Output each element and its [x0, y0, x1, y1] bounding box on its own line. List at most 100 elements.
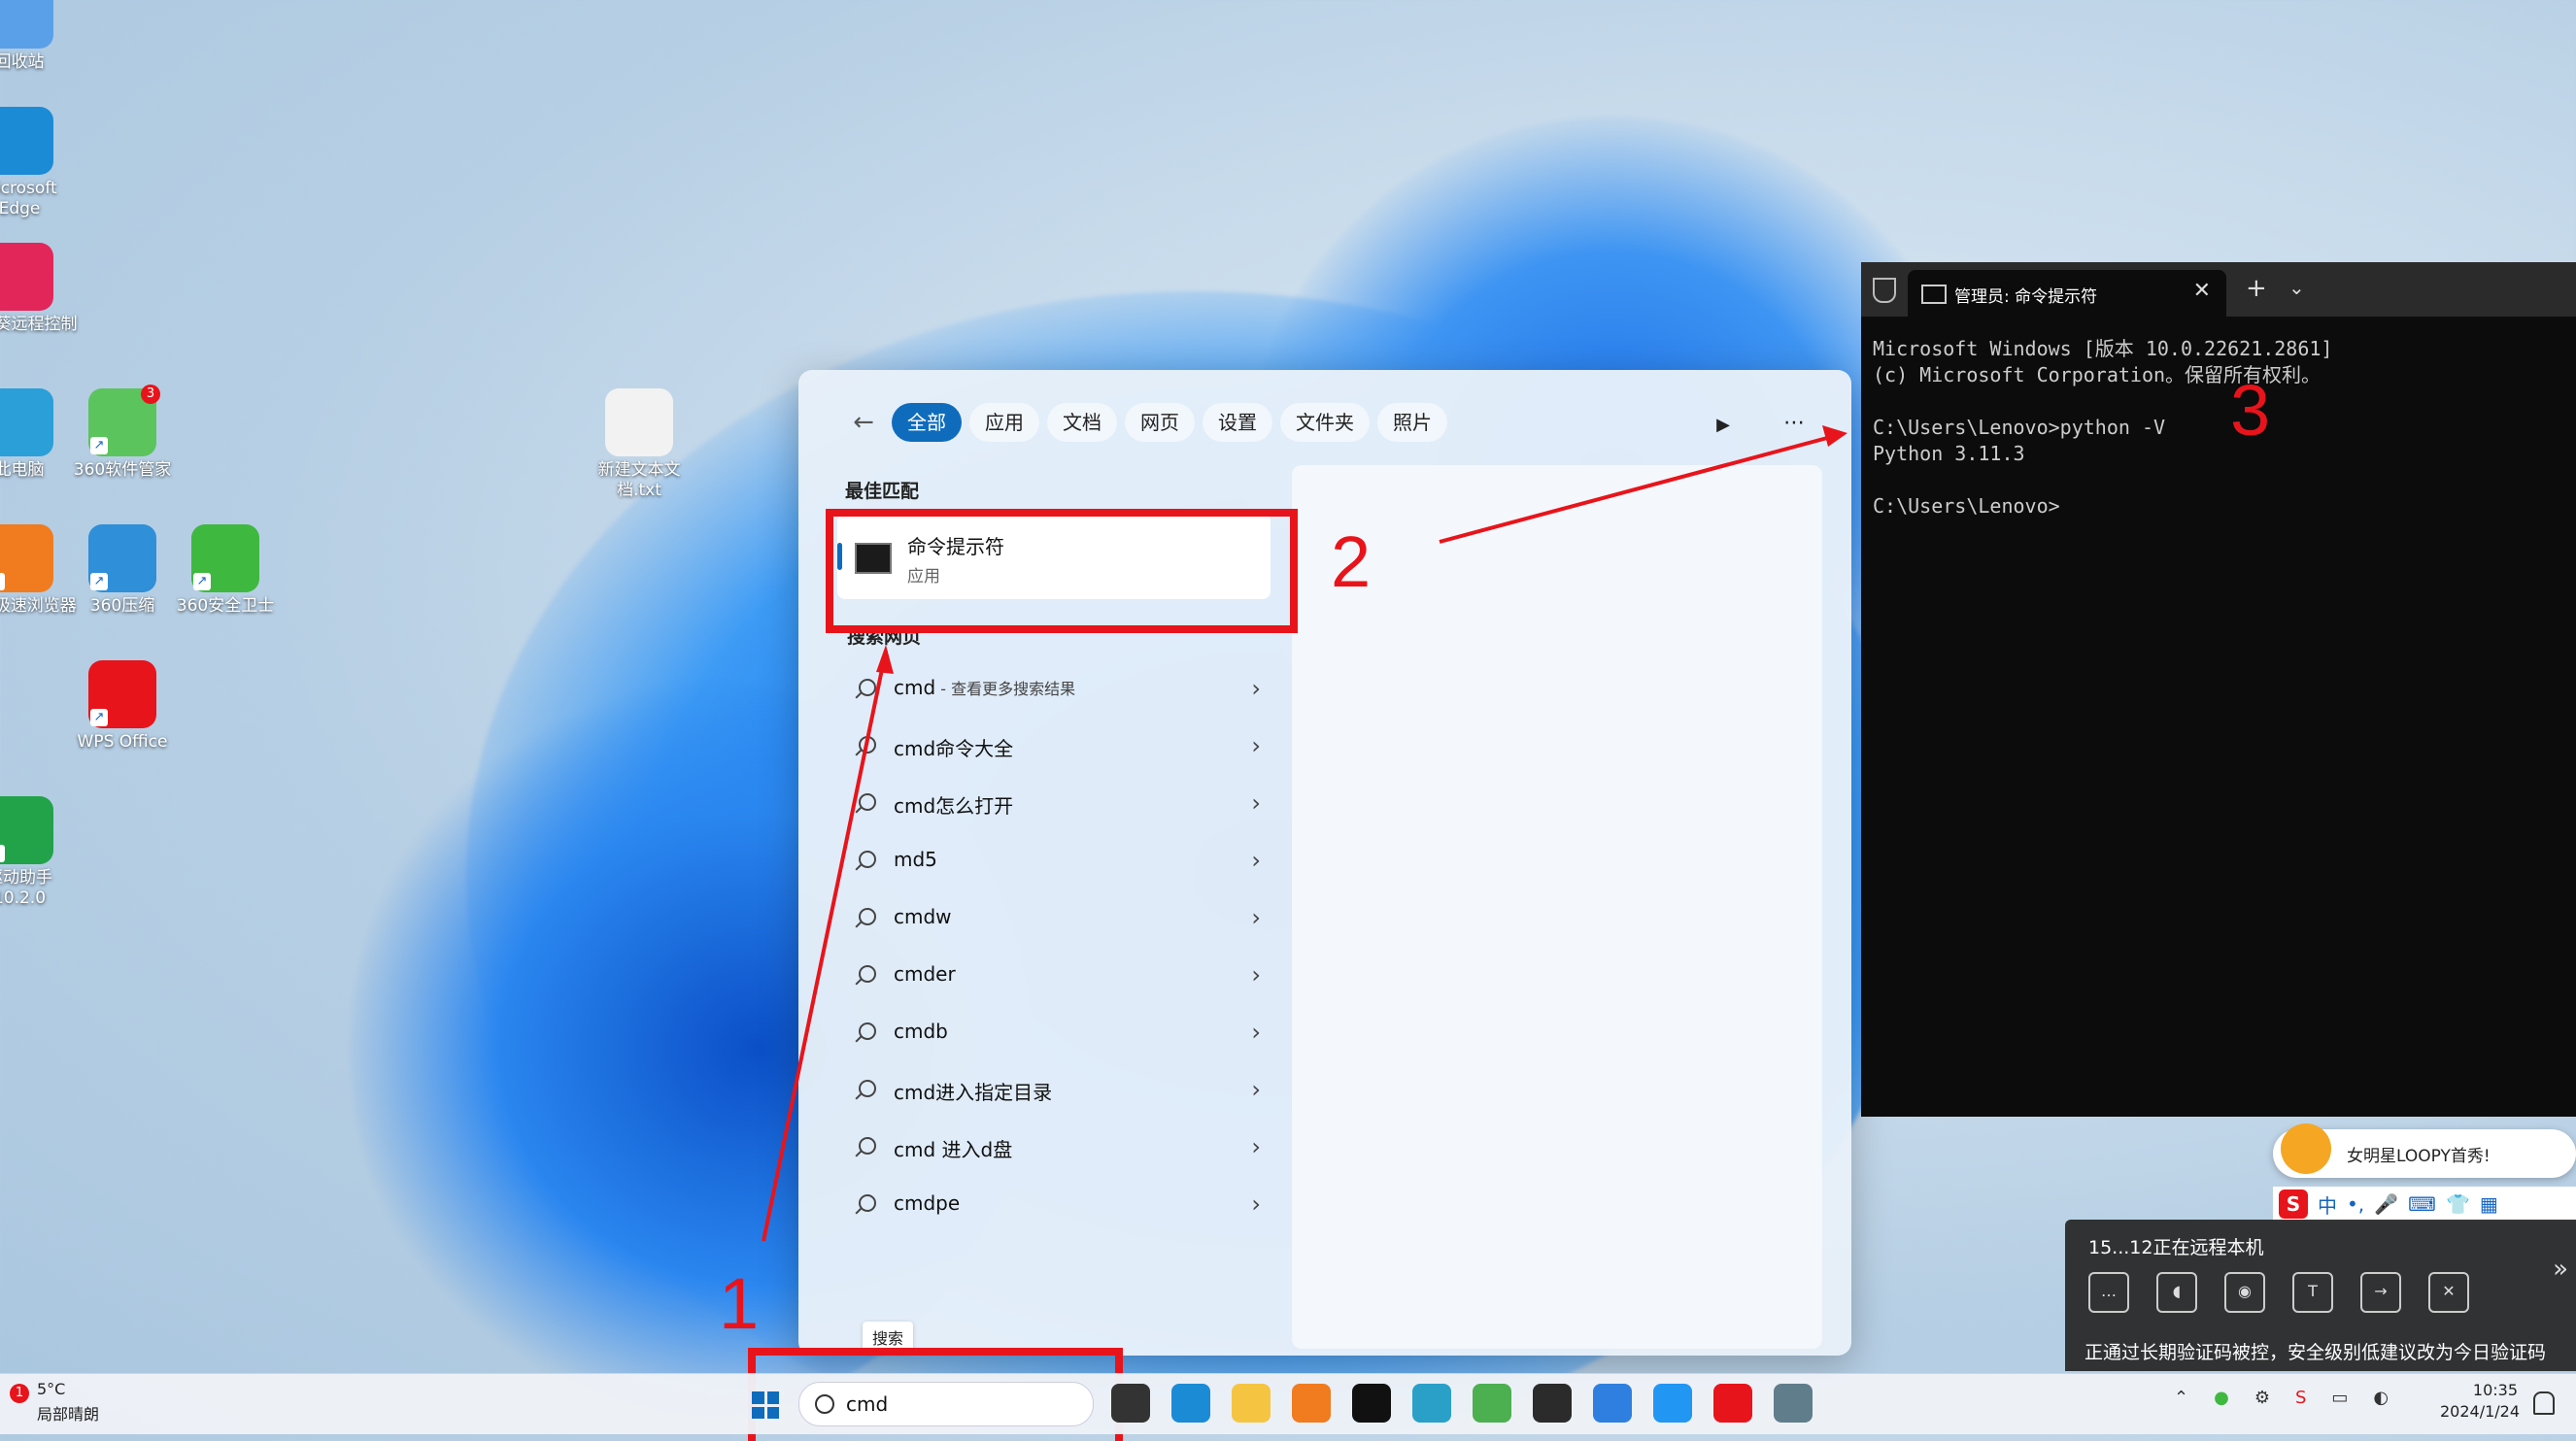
terminal-tab-title: 管理员: 命令提示符: [1954, 287, 2098, 307]
filter-chip[interactable]: 应用: [969, 403, 1039, 442]
shortcut-arrow-icon: ↗: [90, 573, 108, 590]
web-result-item[interactable]: md5 ›: [837, 833, 1271, 890]
notepad-icon[interactable]: [1473, 1384, 1511, 1423]
chevron-right-icon: ›: [1251, 1019, 1261, 1046]
desktop-icon[interactable]: ↗ 3 360软件管家: [64, 385, 181, 481]
file-transfer-icon[interactable]: →: [2360, 1272, 2401, 1313]
taskbar-apps: [1111, 1384, 1813, 1423]
filter-chip[interactable]: 全部: [892, 403, 962, 442]
terminal-window[interactable]: 管理员: 命令提示符 ✕ + ⌄ Microsoft Windows [版本 1…: [1861, 262, 2576, 1117]
terminal-output[interactable]: Microsoft Windows [版本 10.0.22621.2861] (…: [1861, 317, 2576, 539]
desktop-icon[interactable]: ↗ 驱动助手 10.2.0: [0, 796, 78, 909]
filter-chip[interactable]: 设置: [1203, 403, 1272, 442]
desktop-icon[interactable]: 新建文本文档.txt: [581, 388, 697, 501]
web-results-list: cmd - 查看更多搜索结果 › cmd命令大全 › cmd怎么打开 › md5 › cmdw ›…: [837, 661, 1271, 1234]
clock[interactable]: 10:35 2024/1/24: [2440, 1380, 2521, 1423]
edge-icon[interactable]: [1171, 1384, 1210, 1423]
search-icon: [859, 1022, 876, 1040]
text-icon[interactable]: T: [2292, 1272, 2333, 1313]
search-icon: [859, 1194, 876, 1212]
desktop-icon[interactable]: 向日葵远程控制: [0, 243, 78, 335]
desktop-icon[interactable]: Microsoft Edge: [0, 107, 78, 219]
chevron-right-icon: ›: [1251, 1190, 1261, 1218]
edge-icon: [0, 107, 53, 175]
settings-icon[interactable]: [1774, 1384, 1813, 1423]
remote-app-icon[interactable]: [1593, 1384, 1632, 1423]
store-icon[interactable]: [1653, 1384, 1692, 1423]
best-match-heading: 最佳匹配: [845, 481, 920, 502]
skin-icon[interactable]: 👕: [2446, 1192, 2470, 1216]
desktop-icon-label: 360软件管家: [73, 460, 172, 480]
cmd-tab-icon: [1921, 285, 1947, 304]
ime-promo-text: 女明星LOOPY首秀!: [2347, 1147, 2491, 1166]
close-tab-icon[interactable]: ✕: [2193, 279, 2211, 303]
web-result-item[interactable]: cmd - 查看更多搜索结果 ›: [837, 661, 1271, 719]
desktop-icon[interactable]: ↗ 360压缩: [64, 524, 181, 617]
web-result-item[interactable]: cmdw ›: [837, 890, 1271, 948]
terminal-icon[interactable]: [1533, 1384, 1572, 1423]
sogou-tray-icon[interactable]: S: [2295, 1388, 2306, 1408]
punctuation-icon[interactable]: •,: [2347, 1192, 2364, 1216]
camera-icon[interactable]: ◉: [2224, 1272, 2265, 1313]
annotation-number-2: 2: [1331, 521, 1372, 602]
chevron-down-icon[interactable]: ⌄: [2288, 276, 2305, 299]
display-icon[interactable]: ▭: [2331, 1388, 2348, 1408]
web-result-item[interactable]: cmd 进入d盘 ›: [837, 1120, 1271, 1177]
sogou-ime-icon[interactable]: S: [2279, 1190, 2308, 1219]
task-view-icon[interactable]: [1111, 1384, 1150, 1423]
disconnect-icon[interactable]: ✕: [2428, 1272, 2469, 1313]
volume-icon[interactable]: ◐: [2373, 1388, 2389, 1408]
shortcut-arrow-icon: ↗: [0, 845, 5, 862]
file-explorer-icon[interactable]: [1232, 1384, 1271, 1423]
filter-chip[interactable]: 文件夹: [1280, 403, 1370, 442]
filter-chip[interactable]: 网页: [1125, 403, 1195, 442]
desktop-icon[interactable]: 回收站: [0, 0, 78, 73]
terminal-tab[interactable]: 管理员: 命令提示符 ✕: [1908, 270, 2226, 317]
network-icon[interactable]: ⚙: [2254, 1388, 2270, 1408]
web-result-item[interactable]: cmdpe ›: [837, 1177, 1271, 1234]
web-result-text: cmdpe: [894, 1191, 961, 1215]
desktop-icon-label: Microsoft Edge: [0, 179, 57, 218]
keyboard-icon[interactable]: ⌨: [2408, 1192, 2436, 1216]
new-tab-icon[interactable]: +: [2246, 274, 2267, 303]
toolbox-icon[interactable]: ▦: [2480, 1192, 2498, 1216]
search-input-value[interactable]: cmd: [846, 1392, 888, 1416]
expand-icon[interactable]: »: [2553, 1255, 2568, 1284]
cmd-icon[interactable]: [1352, 1384, 1391, 1423]
filter-chip[interactable]: 文档: [1047, 403, 1117, 442]
taskbar: 1 5°C 局部晴朗 cmd ⌃ ● ⚙ S ▭ ◐ 10:35 2024/1/…: [0, 1373, 2576, 1434]
microphone-icon[interactable]: ◖: [2156, 1272, 2197, 1313]
microphone-icon[interactable]: 🎤: [2374, 1192, 2398, 1216]
chevron-right-icon: ›: [1251, 789, 1261, 817]
recycle-bin-icon: [0, 0, 53, 49]
taskbar-search-box[interactable]: cmd: [798, 1382, 1094, 1426]
back-arrow-icon[interactable]: ←: [845, 404, 882, 441]
sunlogin-icon: [0, 243, 53, 311]
search-icon: [859, 965, 876, 983]
web-result-item[interactable]: cmd命令大全 ›: [837, 719, 1271, 776]
ime-mode[interactable]: 中: [2318, 1190, 2337, 1219]
ime-promo-bubble[interactable]: 女明星LOOPY首秀!: [2273, 1123, 2576, 1178]
360-tray-icon[interactable]: ●: [2214, 1388, 2229, 1408]
desktop-icon[interactable]: ↗ 360安全卫士: [167, 524, 284, 617]
chevron-up-icon[interactable]: ⌃: [2174, 1388, 2188, 1408]
web-result-item[interactable]: cmd进入指定目录 ›: [837, 1062, 1271, 1120]
web-result-item[interactable]: cmdb ›: [837, 1005, 1271, 1062]
wps-icon: ↗: [88, 660, 156, 728]
shortcut-arrow-icon: ↗: [90, 709, 108, 726]
snipping-icon[interactable]: [1412, 1384, 1451, 1423]
filter-chip[interactable]: 照片: [1377, 403, 1447, 442]
more-options-icon[interactable]: ⋯: [1775, 409, 1813, 442]
web-result-item[interactable]: cmder ›: [837, 948, 1271, 1005]
notification-bell-icon[interactable]: [2533, 1391, 2555, 1415]
web-result-item[interactable]: cmd怎么打开 ›: [837, 776, 1271, 833]
chat-icon[interactable]: …: [2088, 1272, 2129, 1313]
360-security-icon: ↗: [191, 524, 259, 592]
desktop-icon[interactable]: ↗ WPS Office: [64, 660, 181, 753]
start-button[interactable]: [752, 1391, 779, 1419]
clock-date: 2024/1/24: [2440, 1402, 2521, 1421]
weather-condition: 局部晴朗: [37, 1405, 100, 1424]
360-browser-icon[interactable]: [1292, 1384, 1331, 1423]
play-icon[interactable]: ▶: [1707, 409, 1740, 442]
wps-icon[interactable]: [1713, 1384, 1752, 1423]
